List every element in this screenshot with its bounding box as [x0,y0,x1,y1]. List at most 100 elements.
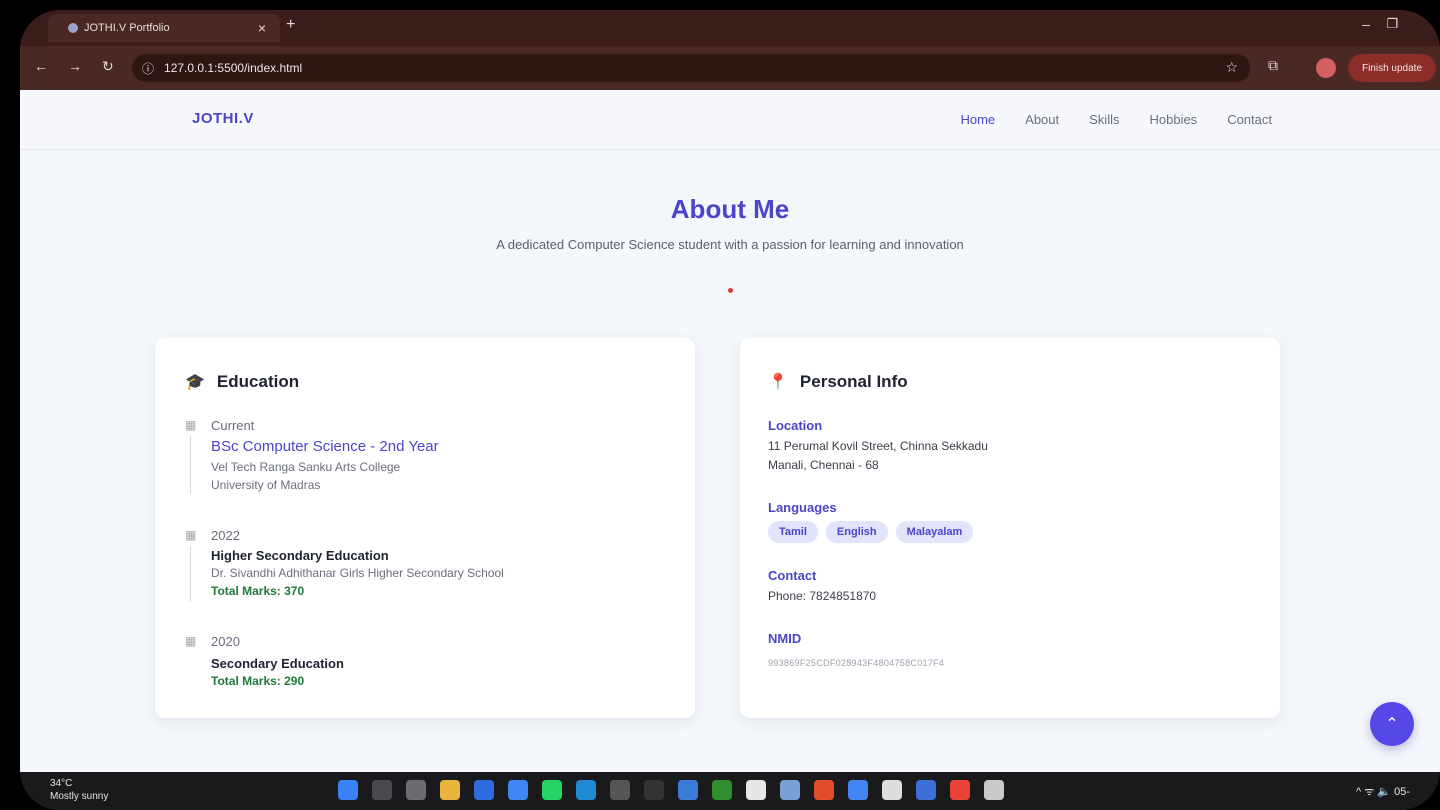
file-explorer-icon[interactable] [440,780,460,800]
education-degree: BSc Computer Science - 2nd Year [211,438,439,455]
calendar-icon: ▦ [185,634,197,648]
app-icon[interactable] [678,780,698,800]
app-icon[interactable] [712,780,732,800]
favicon-icon [68,23,78,33]
whatsapp-icon[interactable] [542,780,562,800]
education-item: ▦ 2020 Secondary Education Total Marks: … [185,634,655,694]
browser-tab-bar: JOTHI.V Portfolio × + – ❐ [20,10,1440,46]
personal-info-heading: 📍 Personal Info [768,372,908,391]
calendar-icon: ▦ [185,418,197,432]
address-bar: ← → ↻ ⓘ 127.0.0.1:5500/index.html ☆ ⧉ Fi… [20,46,1440,90]
page-content: JOTHI.V Home About Skills Hobbies Contac… [20,90,1440,772]
tray-icons: ^ ᯤ 🔈 [1356,786,1395,798]
languages-block: Languages Tamil English Malayalam [768,500,1248,543]
task-view-icon[interactable] [406,780,426,800]
location-block: Location 11 Perumal Kovil Street, Chinna… [768,418,1248,475]
nav-link-hobbies[interactable]: Hobbies [1149,112,1197,127]
education-card: 🎓 Education ▦ Current BSc Computer Scien… [155,338,695,718]
languages-chips: Tamil English Malayalam [768,521,1248,543]
education-item: ▦ 2022 Higher Secondary Education Dr. Si… [185,528,655,608]
notes-icon[interactable] [916,780,936,800]
screen-frame: JOTHI.V Portfolio × + – ❐ ← → ↻ ⓘ 127.0.… [20,10,1440,810]
nav-link-contact[interactable]: Contact [1227,112,1272,127]
about-subtitle: A dedicated Computer Science student wit… [496,237,964,252]
vscode-icon[interactable] [576,780,596,800]
store-icon[interactable] [474,780,494,800]
start-icon[interactable] [338,780,358,800]
chrome-icon[interactable] [848,780,868,800]
site-info-icon[interactable]: ⓘ [142,60,154,77]
site-navbar: JOTHI.V Home About Skills Hobbies Contac… [20,90,1440,150]
calendar-icon: ▦ [185,528,197,542]
taskbar-apps [338,780,1004,800]
about-title: About Me [670,194,790,224]
education-heading: 🎓 Education [185,372,300,391]
extensions-icon[interactable]: ⧉ [1268,57,1278,74]
education-year: 2022 [211,528,240,543]
graduation-cap-icon: 🎓 [185,374,205,391]
brand-logo[interactable]: JOTHI.V [192,110,254,127]
nav-link-skills[interactable]: Skills [1089,112,1119,127]
nmid-label: NMID [768,631,802,646]
chrome-icon[interactable] [950,780,970,800]
location-line-1: 11 Perumal Kovil Street, Chinna Sekkadu [768,439,988,453]
timeline-line [190,436,191,494]
contact-block: Contact Phone: 7824851870 [768,568,1248,606]
location-label: Location [768,418,823,433]
location-line-2: Manali, Chennai - 68 [768,458,879,472]
timeline-line [190,546,191,602]
location-pin-icon: 📍 [768,374,788,391]
brave-icon[interactable] [814,780,834,800]
language-chip: Tamil [768,521,818,543]
personal-info-card: 📍 Personal Info Location 11 Perumal Kovi… [740,338,1280,718]
education-degree: Secondary Education [211,656,344,671]
settings-icon[interactable] [780,780,800,800]
app-icon[interactable] [984,780,1004,800]
search-icon[interactable] [372,780,392,800]
scroll-to-top-button[interactable]: ⌃ [1370,702,1414,746]
tab-close-icon[interactable]: × [258,20,266,36]
tab-title: JOTHI.V Portfolio [84,22,170,34]
nav-links: Home About Skills Hobbies Contact [960,112,1272,127]
education-year: 2020 [211,634,240,649]
contact-label: Contact [768,568,817,583]
languages-label: Languages [768,500,837,515]
nmid-value: 993869F25CDF028943F4804758C017F4 [768,658,945,668]
weather-temp: 34°C [50,778,73,789]
finish-update-button[interactable]: Finish update [1348,54,1436,82]
weather-widget[interactable]: 34°C Mostly sunny [50,777,108,803]
language-chip: Malayalam [895,521,974,543]
profile-avatar[interactable] [1316,58,1336,78]
back-icon[interactable]: ← [34,58,48,74]
browser-tab[interactable]: JOTHI.V Portfolio × [48,14,280,42]
app-icon[interactable] [610,780,630,800]
weather-condition: Mostly sunny [50,791,109,802]
reload-icon[interactable]: ↻ [102,58,114,75]
system-tray[interactable]: ^ ᯤ 🔈 05- [1356,784,1410,799]
education-degree: Higher Secondary Education [211,548,389,563]
chevron-up-icon: ⌃ [1385,716,1399,733]
education-marks: Total Marks: 290 [211,674,305,688]
nmid-block: NMID 993869F25CDF028943F4804758C017F4 [768,631,1248,673]
nav-link-about[interactable]: About [1025,112,1059,127]
education-institution: Dr. Sivandhi Adhithanar Girls Higher Sec… [211,566,504,580]
education-marks: Total Marks: 370 [211,584,305,598]
nav-link-home[interactable]: Home [960,112,995,127]
maximize-icon[interactable]: ❐ [1386,16,1398,32]
new-tab-button[interactable]: + [286,16,295,34]
language-chip: English [825,521,888,543]
url-text: 127.0.0.1:5500/index.html [164,61,303,75]
app-icon[interactable] [746,780,766,800]
app-icon[interactable] [882,780,902,800]
education-university: University of Madras [211,478,321,492]
bookmark-star-icon[interactable]: ☆ [1225,59,1238,76]
windows-taskbar: 34°C Mostly sunny ^ ᯤ 🔈 05- [20,772,1440,810]
education-institution: Vel Tech Ranga Sanku Arts College [211,460,401,474]
forward-icon[interactable]: → [68,58,82,74]
app-icon[interactable] [644,780,664,800]
phone-value: Phone: 7824851870 [768,589,877,603]
url-field[interactable]: ⓘ 127.0.0.1:5500/index.html ☆ [132,54,1250,82]
chrome-icon[interactable] [508,780,528,800]
minimize-icon[interactable]: – [1362,16,1370,32]
education-year: Current [211,418,255,433]
